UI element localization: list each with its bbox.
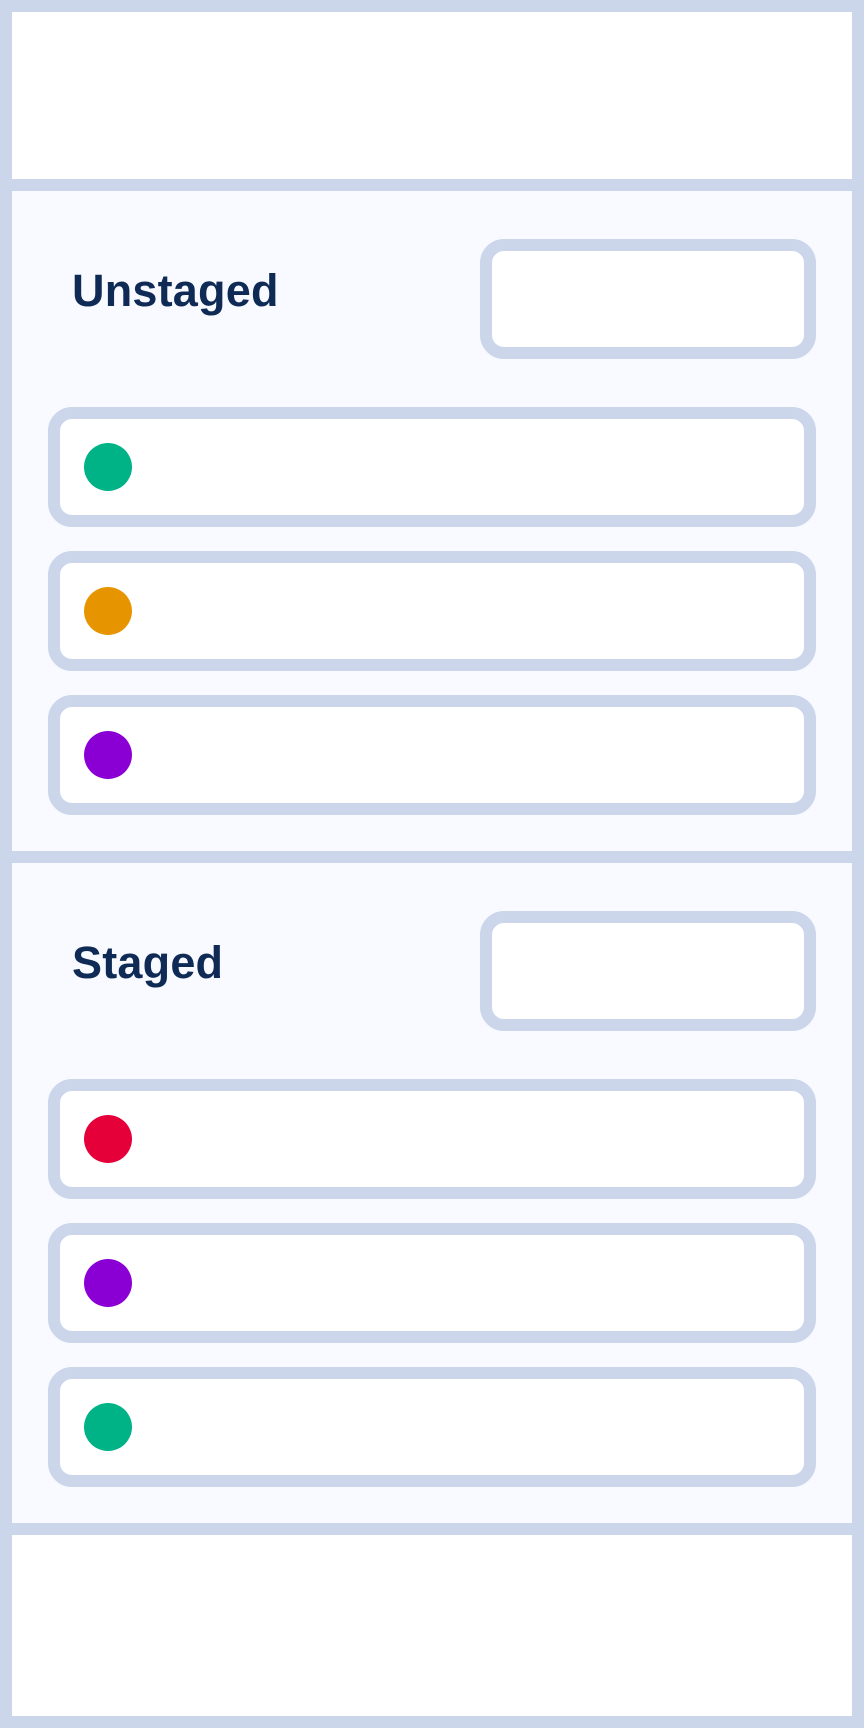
staged-file-row[interactable] xyxy=(48,1223,816,1343)
footer-panel xyxy=(12,1535,852,1716)
status-dot-icon xyxy=(84,1259,132,1307)
unstaged-file-row[interactable] xyxy=(48,407,816,527)
staged-title: Staged xyxy=(72,937,224,988)
unstaged-file-row[interactable] xyxy=(48,551,816,671)
unstaged-action-button[interactable] xyxy=(480,239,816,359)
staged-file-row[interactable] xyxy=(48,1079,816,1199)
staged-section: Staged xyxy=(12,863,852,1523)
unstaged-section: Unstaged xyxy=(12,191,852,851)
unstaged-file-row[interactable] xyxy=(48,695,816,815)
staged-action-button[interactable] xyxy=(480,911,816,1031)
status-dot-icon xyxy=(84,1115,132,1163)
staged-file-row[interactable] xyxy=(48,1367,816,1487)
status-dot-icon xyxy=(84,587,132,635)
status-dot-icon xyxy=(84,443,132,491)
header-panel xyxy=(12,12,852,179)
status-dot-icon xyxy=(84,1403,132,1451)
unstaged-title: Unstaged xyxy=(72,265,279,316)
status-dot-icon xyxy=(84,731,132,779)
